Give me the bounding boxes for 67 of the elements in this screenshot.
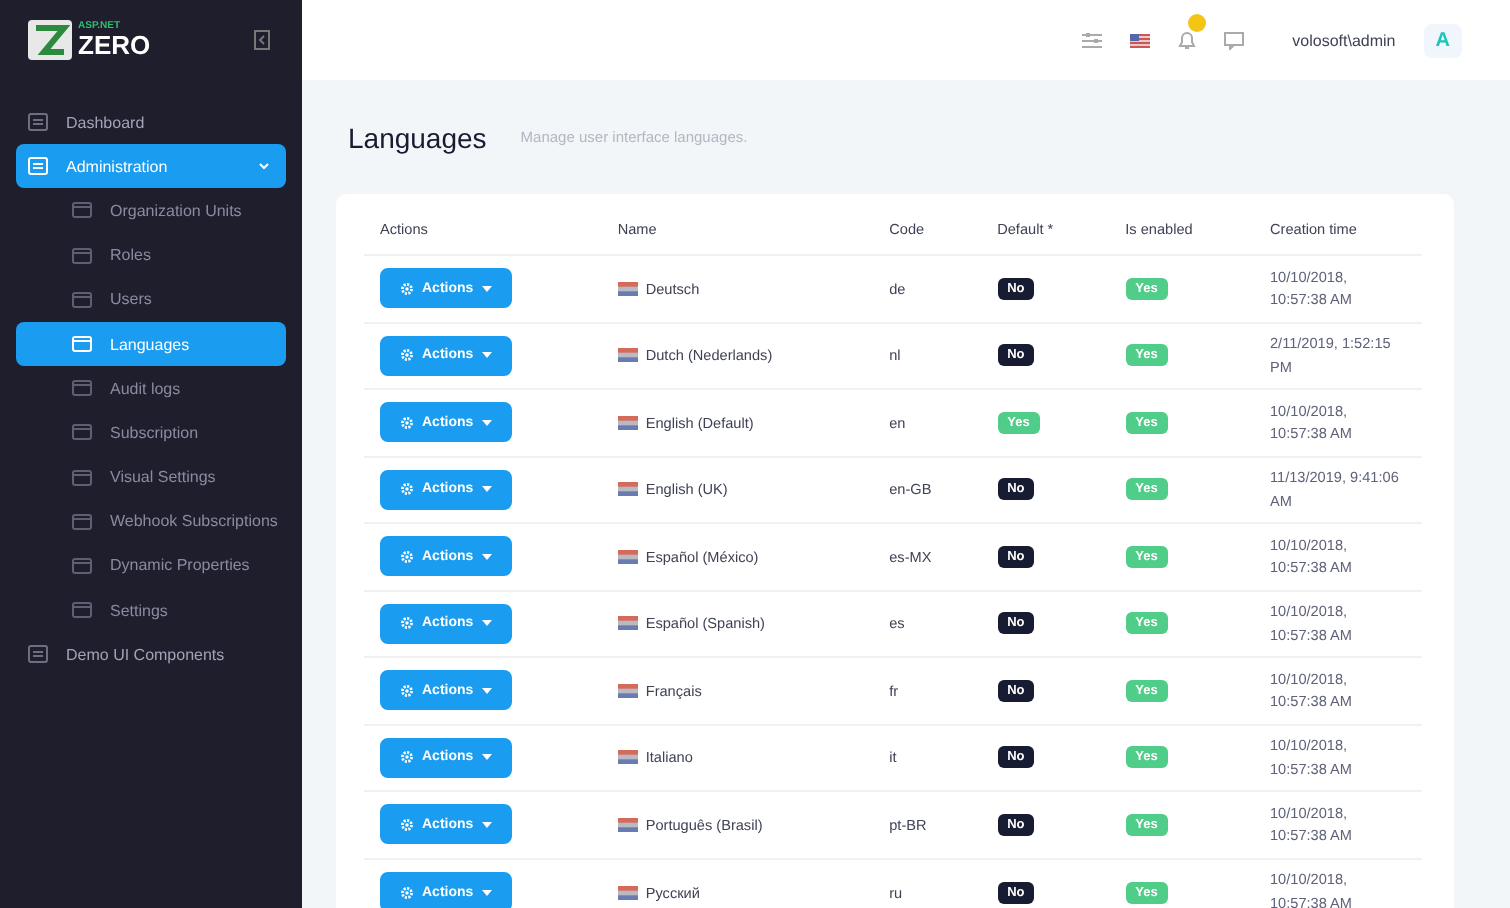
menu-item[interactable]: Users bbox=[16, 277, 286, 322]
gear-icon bbox=[400, 415, 414, 430]
flag-icon bbox=[617, 885, 638, 899]
sliders-icon[interactable] bbox=[1082, 31, 1103, 49]
flag-icon bbox=[617, 549, 638, 564]
menu-icon bbox=[72, 422, 92, 443]
menu-item[interactable]: Settings bbox=[16, 588, 286, 633]
menu-icon bbox=[28, 644, 48, 665]
caret-icon bbox=[481, 486, 492, 493]
gear-icon bbox=[400, 281, 414, 296]
collapse-icon[interactable] bbox=[254, 30, 270, 50]
user-avatar[interactable]: A bbox=[1423, 23, 1462, 57]
menu-icon bbox=[72, 378, 92, 399]
menu-item[interactable]: Dynamic Properties bbox=[16, 543, 286, 589]
menu-item[interactable]: Dashboard bbox=[16, 100, 286, 145]
caret-icon bbox=[481, 754, 492, 761]
gear-icon bbox=[400, 683, 414, 698]
flag-icon bbox=[617, 415, 638, 430]
menu-item[interactable]: Webhook Subscriptions bbox=[16, 499, 286, 544]
notification-dot bbox=[1188, 14, 1207, 32]
caret-icon bbox=[481, 821, 492, 828]
caret-icon bbox=[481, 419, 492, 426]
menu-icon bbox=[72, 200, 92, 221]
menu-icon bbox=[72, 245, 92, 266]
gear-icon bbox=[400, 750, 414, 765]
menu-item[interactable]: Demo UI Components bbox=[16, 632, 286, 677]
menu-item[interactable]: Roles bbox=[16, 233, 286, 278]
menu-item[interactable]: Administration bbox=[16, 144, 286, 189]
flag-icon bbox=[617, 482, 638, 497]
bell-icon[interactable] bbox=[1178, 30, 1197, 50]
gear-icon bbox=[400, 482, 414, 497]
caret-icon bbox=[481, 352, 492, 359]
caret-icon bbox=[481, 285, 492, 292]
gear-icon bbox=[400, 885, 414, 899]
user-name[interactable]: volosoft\admin bbox=[1292, 31, 1396, 49]
caret-icon bbox=[481, 620, 492, 627]
flag-icon[interactable] bbox=[1130, 33, 1151, 47]
menu-icon bbox=[72, 334, 92, 355]
menu-icon bbox=[72, 289, 92, 310]
menu-icon bbox=[72, 467, 92, 488]
flag-icon bbox=[617, 616, 638, 631]
flag-icon bbox=[617, 348, 638, 363]
flag-icon bbox=[617, 683, 638, 698]
menu-item[interactable]: Languages bbox=[16, 321, 286, 367]
caret-icon bbox=[481, 687, 492, 694]
caret-icon bbox=[481, 553, 492, 560]
gear-icon bbox=[400, 348, 414, 363]
page-title: Languages bbox=[348, 121, 487, 153]
gear-icon bbox=[400, 549, 414, 564]
caret-icon bbox=[481, 889, 492, 895]
menu-item[interactable]: Organization Units bbox=[16, 188, 286, 234]
logo-icon bbox=[28, 20, 72, 60]
flag-icon bbox=[617, 750, 638, 765]
menu-item[interactable]: Audit logs bbox=[16, 366, 286, 411]
menu-icon bbox=[72, 555, 92, 576]
chat-icon[interactable] bbox=[1224, 31, 1245, 49]
flag-icon bbox=[617, 281, 638, 296]
menu-icon bbox=[28, 112, 48, 133]
menu-icon bbox=[72, 511, 92, 532]
gear-icon bbox=[400, 616, 414, 631]
menu-icon bbox=[28, 156, 48, 177]
menu-item[interactable]: Visual Settings bbox=[16, 455, 286, 500]
flag-icon bbox=[617, 817, 638, 832]
logo-title: ZERO bbox=[78, 32, 151, 58]
menu-item[interactable]: Subscription bbox=[16, 410, 286, 455]
menu-icon bbox=[72, 600, 92, 621]
gear-icon bbox=[400, 817, 414, 832]
